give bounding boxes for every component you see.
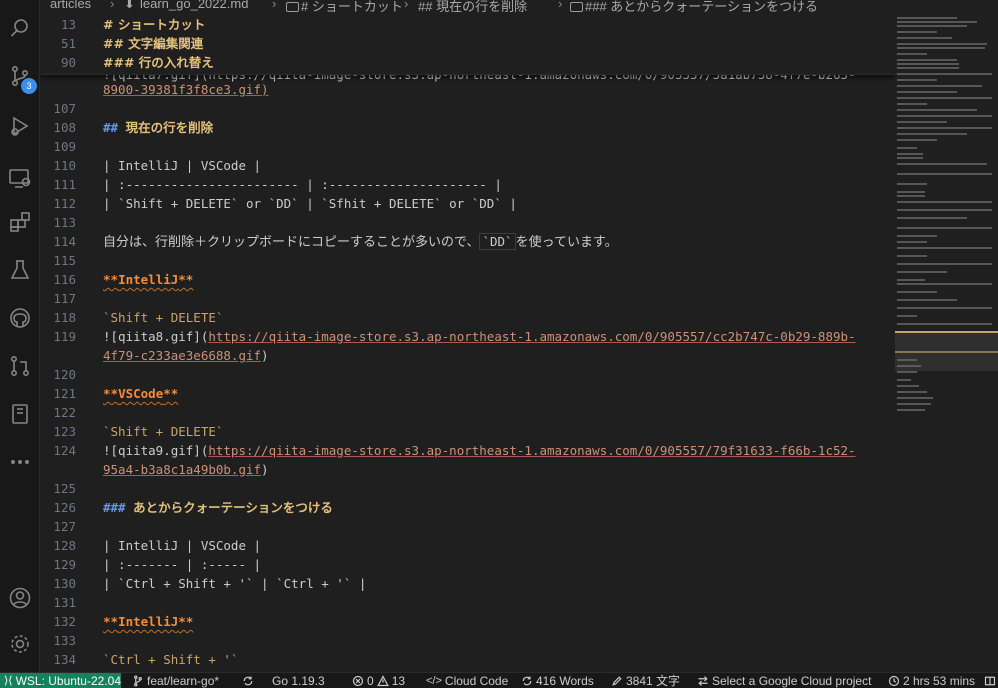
activity-bar: 3 [0, 0, 40, 672]
sync-icon [522, 676, 532, 686]
remote-explorer-icon[interactable] [0, 160, 40, 196]
breadcrumb-item-h3[interactable]: ### あとからクォーテーションをつける [570, 0, 818, 13]
code-line-132[interactable]: 132 **IntelliJ** [40, 612, 895, 631]
settings-gear-icon[interactable] [0, 626, 40, 662]
breadcrumb-item-h2[interactable]: ## 現在の行を削除 [418, 0, 527, 13]
code-line-118[interactable]: 118 `Shift + DELETE` [40, 308, 895, 327]
time-tracker-item[interactable]: 2 hrs 53 mins [888, 673, 975, 688]
code-line-131[interactable]: 131 [40, 593, 895, 612]
code-line-126[interactable]: 126 ### あとからクォーテーションをつける [40, 498, 895, 517]
code-line-111[interactable]: 111 | :----------------------- | :------… [40, 175, 895, 194]
code-line-117[interactable]: 117 [40, 289, 895, 308]
code-line-134[interactable]: 134 `Ctrl + Shift + '` [40, 650, 895, 669]
pencil-icon [612, 676, 622, 686]
markdown-symbol-icon [570, 2, 583, 12]
breadcrumb-item-h1[interactable]: # ショートカット [286, 0, 403, 13]
code-line-107[interactable]: 107 [40, 99, 895, 118]
extensions-icon[interactable] [0, 204, 40, 240]
warning-icon [376, 675, 389, 687]
status-bar: ⟩⟨ WSL: Ubuntu-22.04 feat/learn-go* Go 1… [0, 672, 998, 688]
remote-icon: ⟩⟨ [4, 675, 13, 687]
code-brackets-icon: </> [426, 675, 442, 687]
code-line-133[interactable]: 133 [40, 631, 895, 650]
code-line-112[interactable]: 112 | `Shift + DELETE` or `DD` | `Sfhit … [40, 194, 895, 213]
source-control-icon[interactable]: 3 [0, 58, 40, 94]
minimap[interactable] [895, 13, 998, 672]
chevron-right-icon: › [404, 0, 409, 11]
code-line-125[interactable]: 125 [40, 479, 895, 498]
sticky-scroll[interactable]: 13 # ショートカット 51 ## 文字編集関連 90 ### 行の入れ替え [40, 13, 895, 75]
sticky-line[interactable]: 51 ## 文字編集関連 [40, 34, 895, 53]
sync-item[interactable] [242, 673, 254, 688]
layout-icon[interactable] [984, 673, 996, 688]
download-icon: ⬇ [124, 0, 135, 11]
code-line-129[interactable]: 129 | :------- | :----- | [40, 555, 895, 574]
branch-item[interactable]: feat/learn-go* [132, 673, 219, 688]
code-line-120[interactable]: 120 [40, 365, 895, 384]
search-icon[interactable] [0, 10, 40, 46]
scm-badge: 3 [21, 78, 37, 94]
problems-item[interactable]: 0 13 [352, 673, 405, 688]
code-line-115[interactable]: 115 [40, 251, 895, 270]
code-line-128[interactable]: 128 | IntelliJ | VSCode | [40, 536, 895, 555]
notebook-icon[interactable] [0, 396, 40, 432]
editor[interactable]: ![qiita7.gif](https://qiita-image-store.… [40, 13, 895, 672]
error-icon [352, 675, 364, 687]
cloud-code-item[interactable]: </> Cloud Code [426, 673, 508, 688]
code-line-113[interactable]: 113 [40, 213, 895, 232]
code-line-119[interactable]: 119 ![qiita8.gif](https://qiita-image-st… [40, 327, 895, 346]
code-line-108[interactable]: 108 ## 現在の行を削除 [40, 118, 895, 137]
char-count-item[interactable]: 3841 文字 [611, 673, 680, 688]
code-line-109[interactable]: 109 [40, 137, 895, 156]
breadcrumb-item-file[interactable]: learn_go_2022.md [140, 0, 248, 11]
switch-arrows-icon [698, 676, 708, 686]
remote-label: WSL: Ubuntu-22.04 [15, 674, 121, 688]
more-icon[interactable] [0, 444, 40, 480]
word-count-item[interactable]: 416 Words [521, 673, 594, 688]
breadcrumb-item-folder[interactable]: articles [50, 0, 91, 11]
run-debug-icon[interactable] [0, 108, 40, 144]
code-line-124[interactable]: 124 ![qiita9.gif](https://qiita-image-st… [40, 441, 895, 460]
chevron-right-icon: › [110, 0, 115, 11]
code-line-110[interactable]: 110 | IntelliJ | VSCode | [40, 156, 895, 175]
code-line-119-wrap[interactable]: 4f79-c233ae3e6688.gif) [40, 346, 895, 365]
remote-indicator[interactable]: ⟩⟨ WSL: Ubuntu-22.04 [0, 673, 121, 688]
chevron-right-icon: › [558, 0, 563, 11]
go-version[interactable]: Go 1.19.3 [272, 673, 325, 688]
code-line-122[interactable]: 122 [40, 403, 895, 422]
account-icon[interactable] [0, 580, 40, 616]
code-line-114[interactable]: 114 自分は、行削除＋クリップボードにコピーすることが多いので、 `DD` を使っ… [40, 232, 895, 251]
markdown-symbol-icon [286, 2, 299, 12]
testing-icon[interactable] [0, 252, 40, 288]
code-line-121[interactable]: 121 **VSCode** [40, 384, 895, 403]
branch-icon [134, 675, 142, 687]
breadcrumb: articles › ⬇ learn_go_2022.md › # ショートカッ… [40, 0, 998, 13]
sync-icon [243, 676, 253, 686]
sticky-line[interactable]: 90 ### 行の入れ替え [40, 53, 895, 72]
code-line-127[interactable]: 127 [40, 517, 895, 536]
code-line-124-wrap[interactable]: 95a4-b3a8c1a49b0b.gif) [40, 460, 895, 479]
code-line-116[interactable]: 116 **IntelliJ** [40, 270, 895, 289]
history-icon [888, 675, 900, 687]
code-line[interactable]: 8900-39381f3f8ce3.gif) [40, 80, 895, 99]
pull-requests-icon[interactable] [0, 348, 40, 384]
gcp-project-item[interactable]: Select a Google Cloud project [697, 673, 871, 688]
code-line-123[interactable]: 123 `Shift + DELETE` [40, 422, 895, 441]
github-icon[interactable] [0, 300, 40, 336]
code-line-130[interactable]: 130 | `Ctrl + Shift + '` | `Ctrl + '` | [40, 574, 895, 593]
chevron-right-icon: › [272, 0, 277, 11]
sticky-line[interactable]: 13 # ショートカット [40, 15, 895, 34]
